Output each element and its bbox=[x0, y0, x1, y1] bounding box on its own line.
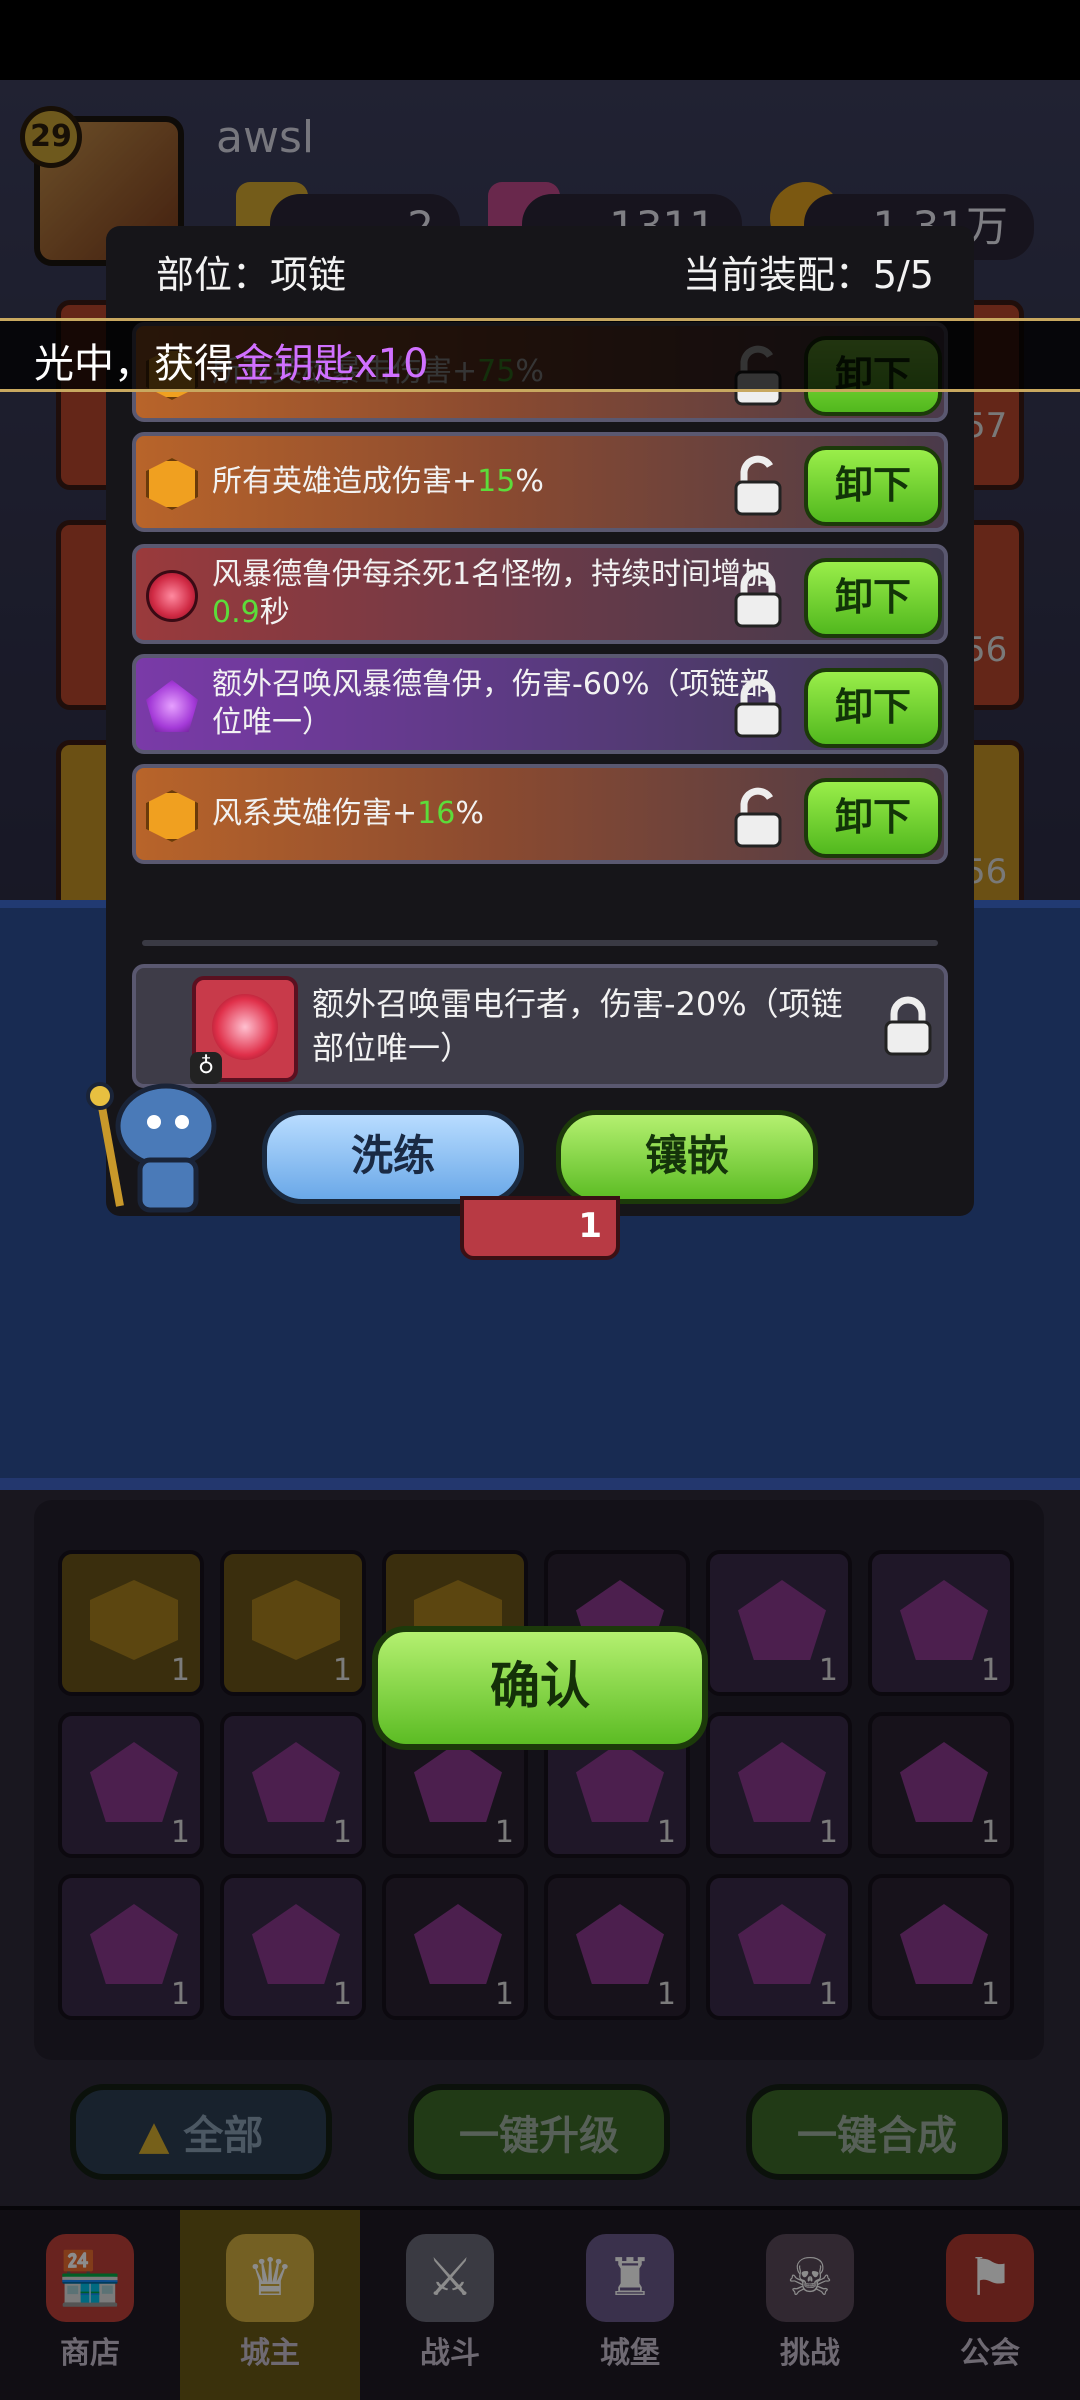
inlay-button[interactable]: 镶嵌 bbox=[556, 1110, 818, 1204]
new-affix-text: 额外召唤雷电行者，伤害-20%（项链部位唯一） bbox=[312, 985, 843, 1067]
unlock-icon[interactable] bbox=[726, 454, 790, 518]
equip-count: 当前装配：5/5 bbox=[682, 253, 934, 297]
red-orb-icon bbox=[146, 570, 198, 622]
unload-button[interactable]: 卸下 bbox=[804, 558, 942, 638]
lock-icon[interactable] bbox=[726, 566, 790, 630]
affix-text: 额外召唤风暴德鲁伊，伤害-60%（项链部位唯一） bbox=[212, 667, 770, 740]
lock-icon[interactable] bbox=[876, 994, 940, 1058]
reward-toast: 光中，获得金钥匙x10 bbox=[0, 318, 1080, 392]
hex-gem-icon bbox=[146, 790, 198, 842]
affix-row: 所有英雄造成伤害+15% 卸下 bbox=[132, 432, 948, 532]
lock-icon[interactable] bbox=[726, 676, 790, 740]
unload-button[interactable]: 卸下 bbox=[804, 668, 942, 748]
toast-highlight: 金钥匙x10 bbox=[234, 341, 429, 387]
affix-row: 额外召唤风暴德鲁伊，伤害-60%（项链部位唯一） 卸下 bbox=[132, 654, 948, 754]
divider bbox=[142, 940, 938, 946]
hex-gem-icon bbox=[146, 458, 198, 510]
affix-row: 风系英雄伤害+16% 卸下 bbox=[132, 764, 948, 864]
confirm-button[interactable]: 确认 bbox=[372, 1626, 708, 1750]
unlock-icon[interactable] bbox=[726, 786, 790, 850]
modal-header: 部位：项链 当前装配：5/5 bbox=[106, 226, 974, 310]
unload-button[interactable]: 卸下 bbox=[804, 446, 942, 526]
refine-button[interactable]: 洗练 bbox=[262, 1110, 524, 1204]
affix-text: 所有英雄造成伤害+15% bbox=[212, 464, 544, 499]
affix-text: 风暴德鲁伊每杀死1名怪物，持续时间增加0.9秒 bbox=[212, 557, 772, 630]
affix-text: 风系英雄伤害+16% bbox=[212, 796, 484, 831]
affix-row: 风暴德鲁伊每杀死1名怪物，持续时间增加0.9秒 卸下 bbox=[132, 544, 948, 644]
selected-gem-stub: 1 bbox=[460, 1196, 620, 1260]
purple-gem-icon bbox=[146, 680, 198, 732]
slot-label: 部位：项链 bbox=[156, 253, 347, 297]
toast-prefix: 光中，获得 bbox=[34, 341, 234, 387]
unload-button[interactable]: 卸下 bbox=[804, 778, 942, 858]
new-affix-row: ♁ 额外召唤雷电行者，伤害-20%（项链部位唯一） bbox=[132, 964, 948, 1088]
goblin-mascot bbox=[80, 1056, 240, 1216]
